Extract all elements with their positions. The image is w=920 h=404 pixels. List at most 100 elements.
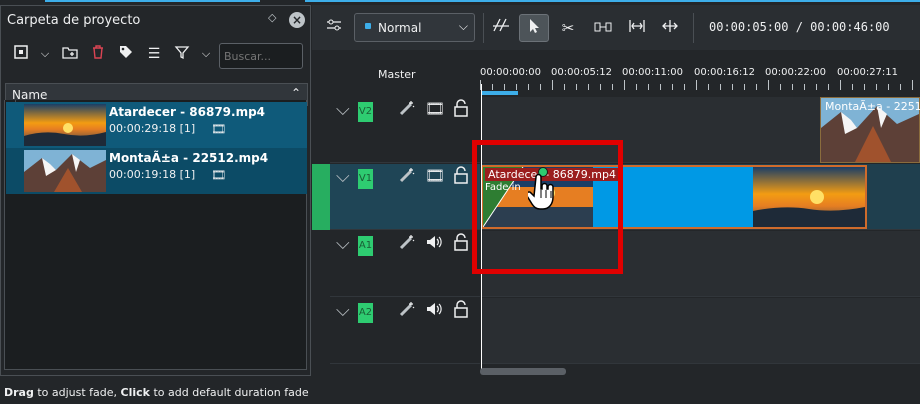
chevron-down-icon: ⌵	[458, 19, 468, 33]
film-icon[interactable]: 🎞	[425, 166, 445, 185]
tag-icon[interactable]	[116, 44, 136, 64]
track-name-badge[interactable]: A2	[358, 303, 373, 323]
clip-thumbnail	[24, 104, 106, 146]
edit-mode-select[interactable]: Normal ⌵	[354, 13, 475, 42]
spacer-tool-button[interactable]	[588, 14, 618, 42]
ruler-tick	[732, 84, 733, 90]
add-folder-icon[interactable]	[60, 44, 80, 64]
ruler-tick	[564, 84, 565, 90]
track-name-badge[interactable]: V2	[358, 102, 373, 122]
film-icon: 🎞	[211, 122, 227, 136]
list-item[interactable]: MontaÃ±a - 22512.mp4 00:00:19:18 [1] 🎞	[6, 148, 307, 194]
ruler-tick	[828, 84, 829, 90]
razor-all-icon[interactable]	[486, 14, 516, 42]
delete-icon[interactable]	[88, 44, 108, 64]
chevron-down-icon[interactable]: ⌵	[35, 44, 55, 64]
status-bar: Drag to adjust fade, Click to add defaul…	[0, 381, 920, 404]
ruler-tick	[900, 84, 901, 90]
timeline-clip-v2[interactable]: MontaÃ±a - 22512.	[820, 97, 920, 163]
track-name-badge[interactable]: V1	[358, 169, 373, 189]
status-click: Click	[120, 386, 150, 399]
ruler-tick	[540, 84, 541, 90]
ripple-tool-button[interactable]	[622, 14, 652, 42]
ruler-tick	[672, 84, 673, 90]
master-label: Master	[378, 68, 416, 81]
select-tool-button[interactable]	[519, 14, 549, 42]
lock-icon[interactable]	[454, 233, 468, 255]
close-icon[interactable]: ×	[289, 12, 305, 28]
chevron-down-icon[interactable]: ⌵	[336, 166, 350, 187]
status-mid: to adjust fade,	[33, 386, 121, 399]
ruler-tick	[516, 84, 517, 90]
divider	[693, 13, 694, 43]
chevron-down-icon[interactable]: ⌵	[336, 233, 350, 254]
ruler-label: 00:00:00:00	[480, 67, 542, 78]
list-item[interactable]: Atardecer - 86879.mp4 00:00:29:18 [1] 🎞	[6, 102, 307, 148]
ruler-tick	[912, 80, 913, 90]
ruler-tick	[720, 84, 721, 90]
clip-name: MontaÃ±a - 22512.mp4	[109, 151, 269, 165]
razor-tool-button[interactable]: ✂	[553, 14, 583, 42]
ruler-label: 00:00:22:00	[765, 67, 827, 78]
ruler-tick	[876, 84, 877, 90]
ruler-label: 00:00:05:12	[551, 67, 613, 78]
lock-icon[interactable]	[454, 300, 468, 322]
chevron-up-icon[interactable]: ⌃	[291, 86, 301, 100]
track-header-v1[interactable]: ⌵ V1 🎞	[330, 164, 480, 230]
track-lane-a2[interactable]	[481, 298, 920, 364]
slip-tool-button[interactable]	[655, 14, 685, 42]
track-header-v2[interactable]: ⌵ V2 🎞	[330, 97, 480, 163]
effect-icon[interactable]	[398, 233, 416, 255]
effect-icon[interactable]	[398, 99, 416, 121]
ruler-label: 00:00:27:11	[837, 67, 899, 78]
film-icon[interactable]: 🎞	[425, 99, 445, 118]
film-icon: 🎞	[211, 168, 227, 182]
ruler-tick	[600, 84, 601, 90]
float-panel-icon[interactable]: ◇	[268, 11, 276, 24]
chevron-down-icon[interactable]: ⌵	[336, 99, 350, 120]
hand-cursor-icon	[528, 173, 554, 210]
ruler-tick	[624, 80, 625, 90]
ruler-tick	[816, 84, 817, 90]
speaker-icon[interactable]	[425, 300, 443, 322]
ruler-tick	[636, 84, 637, 90]
ruler-tick	[792, 84, 793, 90]
status-drag: Drag	[4, 386, 34, 399]
ruler-tick	[744, 84, 745, 90]
effect-icon[interactable]	[398, 300, 416, 322]
edit-mode-value: Normal	[378, 21, 422, 35]
ruler-tick	[780, 84, 781, 90]
lock-icon[interactable]	[454, 99, 468, 121]
timeline-ruler[interactable]: 00:00:00:00 00:00:05:12 00:00:11:00 00:0…	[480, 62, 920, 96]
chevron-down-icon[interactable]: ⌵	[336, 300, 350, 321]
chevron-down-icon[interactable]: ⌵	[196, 44, 216, 64]
timeline-scrollbar[interactable]	[480, 368, 566, 375]
filter-icon[interactable]	[172, 44, 192, 64]
clip-duration: 00:00:19:18 [1]	[109, 168, 196, 181]
mode-icon	[365, 23, 371, 29]
track-name-badge[interactable]: A1	[358, 236, 373, 256]
ruler-label: 00:00:11:00	[622, 67, 684, 78]
lock-icon[interactable]	[454, 166, 468, 188]
status-end: to add default duration fade	[150, 386, 309, 399]
add-clip-icon[interactable]	[11, 44, 31, 64]
ruler-tick	[696, 80, 697, 90]
speaker-icon[interactable]	[425, 233, 443, 255]
track-header-a1[interactable]: ⌵ A1	[330, 231, 480, 297]
ruler-tick	[528, 84, 529, 90]
mixer-icon[interactable]	[326, 17, 342, 37]
search-input[interactable]	[219, 43, 303, 69]
timeline-toolbar: Normal ⌵ ✂ 00:00:05:00 / 00:00:46:00	[312, 5, 920, 50]
track-header-a2[interactable]: ⌵ A2	[330, 298, 480, 364]
ruler-tick	[648, 84, 649, 90]
clip-label: MontaÃ±a - 22512.	[825, 100, 920, 113]
menu-icon[interactable]: ☰	[144, 44, 164, 64]
timecode-display[interactable]: 00:00:05:00 / 00:00:46:00	[709, 20, 890, 34]
zone-marker[interactable]	[482, 91, 518, 95]
ruler-tick	[864, 84, 865, 90]
status-message: Drag to adjust fade, Click to add defaul…	[4, 386, 309, 399]
ruler-tick	[504, 84, 505, 90]
master-header: Master	[312, 50, 480, 96]
top-accent-line	[305, 0, 920, 2]
effect-icon[interactable]	[398, 166, 416, 188]
